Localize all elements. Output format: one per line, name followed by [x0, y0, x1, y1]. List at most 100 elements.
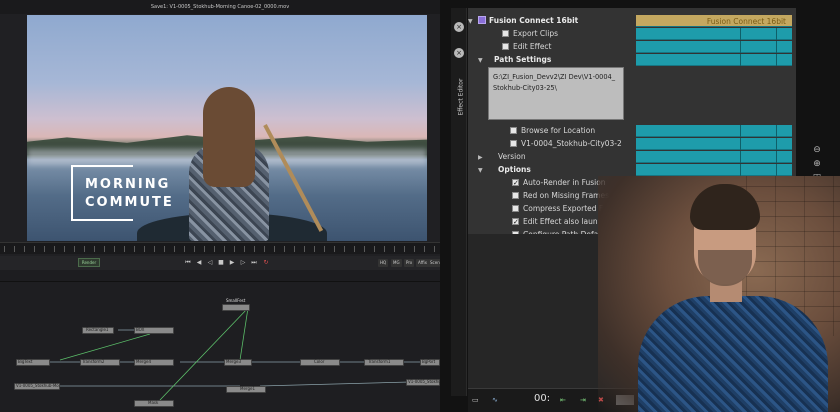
ruler-tick [204, 246, 205, 252]
ruler-tick [194, 246, 195, 252]
node-label: BigText [18, 359, 33, 364]
keyframe-track[interactable] [636, 41, 792, 53]
title-line-2: COMMUTE [85, 195, 174, 210]
ruler-tick [14, 246, 15, 252]
waveform-icon[interactable]: ∿ [492, 395, 498, 405]
timeline-ruler[interactable] [0, 242, 440, 254]
options-label: Options [498, 165, 531, 174]
clip-name-checkbox[interactable] [510, 140, 517, 147]
ruler-tick [104, 246, 105, 252]
rewind-icon[interactable]: ◁ [206, 259, 214, 267]
ruler-tick [174, 246, 175, 252]
prx-chip[interactable]: Prx [404, 259, 415, 267]
auto-render-label: Auto-Render in Fusion [523, 178, 606, 187]
ruler-tick [364, 246, 365, 252]
expand-icon[interactable]: ▼ [478, 55, 488, 66]
ruler-tick [354, 246, 355, 252]
close-panel-icon[interactable]: × [454, 48, 464, 58]
ruler-tick [124, 246, 125, 252]
keyframe-track[interactable] [636, 125, 792, 137]
effect-header-row[interactable]: ▼ Fusion Connect 16bit [468, 15, 636, 27]
effect-editor-tab[interactable]: Effect Editor [458, 76, 465, 116]
fusion-app-window: Save1: V1-0005_Stokhub-Morning Canoe-02_… [0, 0, 454, 412]
expand-right-icon[interactable]: ▶ [478, 152, 488, 163]
keyframe-header-label: Fusion Connect 16bit [706, 17, 786, 26]
browse-label: Browse for Location [521, 126, 596, 135]
collapse-icon[interactable]: ▼ [468, 16, 478, 27]
ruler-tick [414, 246, 415, 252]
edit-effect-checkbox[interactable] [502, 43, 509, 50]
title-frame-bracket [71, 165, 133, 221]
node-connections [50, 307, 440, 401]
ruler-tick [94, 246, 95, 252]
ruler-tick [24, 246, 25, 252]
node-label: V1-0005_Stokhub-Mo... [16, 383, 63, 388]
zoom-out-icon[interactable]: ⊖ [811, 144, 823, 156]
render-button[interactable]: Render [78, 258, 100, 267]
node-label: Mask [148, 400, 159, 405]
play-icon[interactable]: ▶ [228, 259, 236, 267]
expand-icon[interactable]: ▼ [478, 165, 488, 176]
export-clips-label: Export Clips [513, 29, 559, 38]
video-viewer[interactable]: MORNING COMMUTE [27, 15, 427, 241]
ruler-tick [184, 246, 185, 252]
export-clips-checkbox[interactable] [502, 30, 509, 37]
keyframe-track[interactable] [636, 138, 792, 150]
monitor-icon[interactable]: ▭ [472, 395, 479, 405]
mark-in-icon[interactable]: ⇤ [560, 395, 566, 405]
fx-icon [478, 16, 486, 24]
node-smallfest[interactable] [222, 304, 250, 311]
mg-chip[interactable]: MG [391, 259, 402, 267]
path-textbox[interactable]: G:\ZI_Fusion_Devv2\ZI Dev\V1-0004_Stokhu… [488, 67, 624, 120]
skip-end-icon[interactable]: ⏭ [250, 259, 258, 267]
ruler-tick [114, 246, 115, 252]
ruler-tick [314, 246, 315, 252]
loop-icon[interactable]: ↻ [262, 259, 270, 267]
keyframe-track[interactable] [636, 164, 792, 176]
stop-icon[interactable]: ■ [217, 259, 225, 267]
red-missing-checkbox[interactable] [512, 192, 519, 199]
step-back-icon[interactable]: ◀ [195, 259, 203, 267]
transport-bar: Render ⏮ ◀ ◁ ■ ▶ ▷ ⏭ ↻ HQ MG Prx Affix S… [0, 256, 445, 270]
node-label: Merge1 [240, 386, 256, 391]
compress-checkbox[interactable] [512, 205, 519, 212]
ruler-tick [234, 246, 235, 252]
viewer-filename: Save1: V1-0005_Stokhub-Morning Canoe-02_… [0, 0, 440, 14]
timecode-readout: 00: [534, 393, 551, 404]
clip-name-label: V1-0004_Stokhub-City03-2 [521, 139, 622, 148]
hq-chip[interactable]: HQ [378, 259, 389, 267]
ruler-tick [434, 246, 435, 252]
step-forward-icon[interactable]: ▷ [239, 259, 247, 267]
auto-render-checkbox[interactable] [512, 177, 519, 189]
ruler-tick [254, 246, 255, 252]
version-label: Version [498, 152, 526, 161]
node-label: Merge3 [226, 359, 242, 364]
node-label: BgPort [422, 359, 436, 364]
ruler-tick [54, 246, 55, 252]
skip-start-icon[interactable]: ⏮ [184, 259, 192, 267]
node-editor[interactable]: SmallFest Rectangle1 BOX BigText Transfo… [0, 282, 454, 412]
edit-launches-checkbox[interactable] [512, 216, 519, 228]
title-line-1: MORNING [85, 177, 171, 192]
path-settings-label: Path Settings [494, 55, 552, 64]
keyframe-track[interactable] [636, 151, 792, 163]
node-label: Transform2 [82, 359, 105, 364]
ruler-tick [284, 246, 285, 252]
ruler-tick [34, 246, 35, 252]
effect-title: Fusion Connect 16bit [489, 16, 579, 25]
keyframe-track[interactable] [636, 54, 792, 66]
zoom-in-icon[interactable]: ⊕ [811, 158, 823, 170]
version-row[interactable]: ▶ Version [478, 151, 646, 163]
close-icon[interactable]: × [454, 22, 464, 32]
keyframe-header-bar[interactable]: Fusion Connect 16bit [636, 15, 792, 27]
keyframe-track[interactable] [636, 28, 792, 40]
mark-out-icon[interactable]: ⇥ [580, 395, 586, 405]
path-settings-row[interactable]: ▼ Path Settings [478, 54, 646, 66]
ruler-tick [144, 246, 145, 252]
node-label: BOX [136, 327, 145, 332]
browse-checkbox[interactable] [510, 127, 517, 134]
options-row[interactable]: ▼ Options [478, 164, 646, 176]
ruler-tick [134, 246, 135, 252]
ruler-tick [344, 246, 345, 252]
ruler-tick [294, 246, 295, 252]
